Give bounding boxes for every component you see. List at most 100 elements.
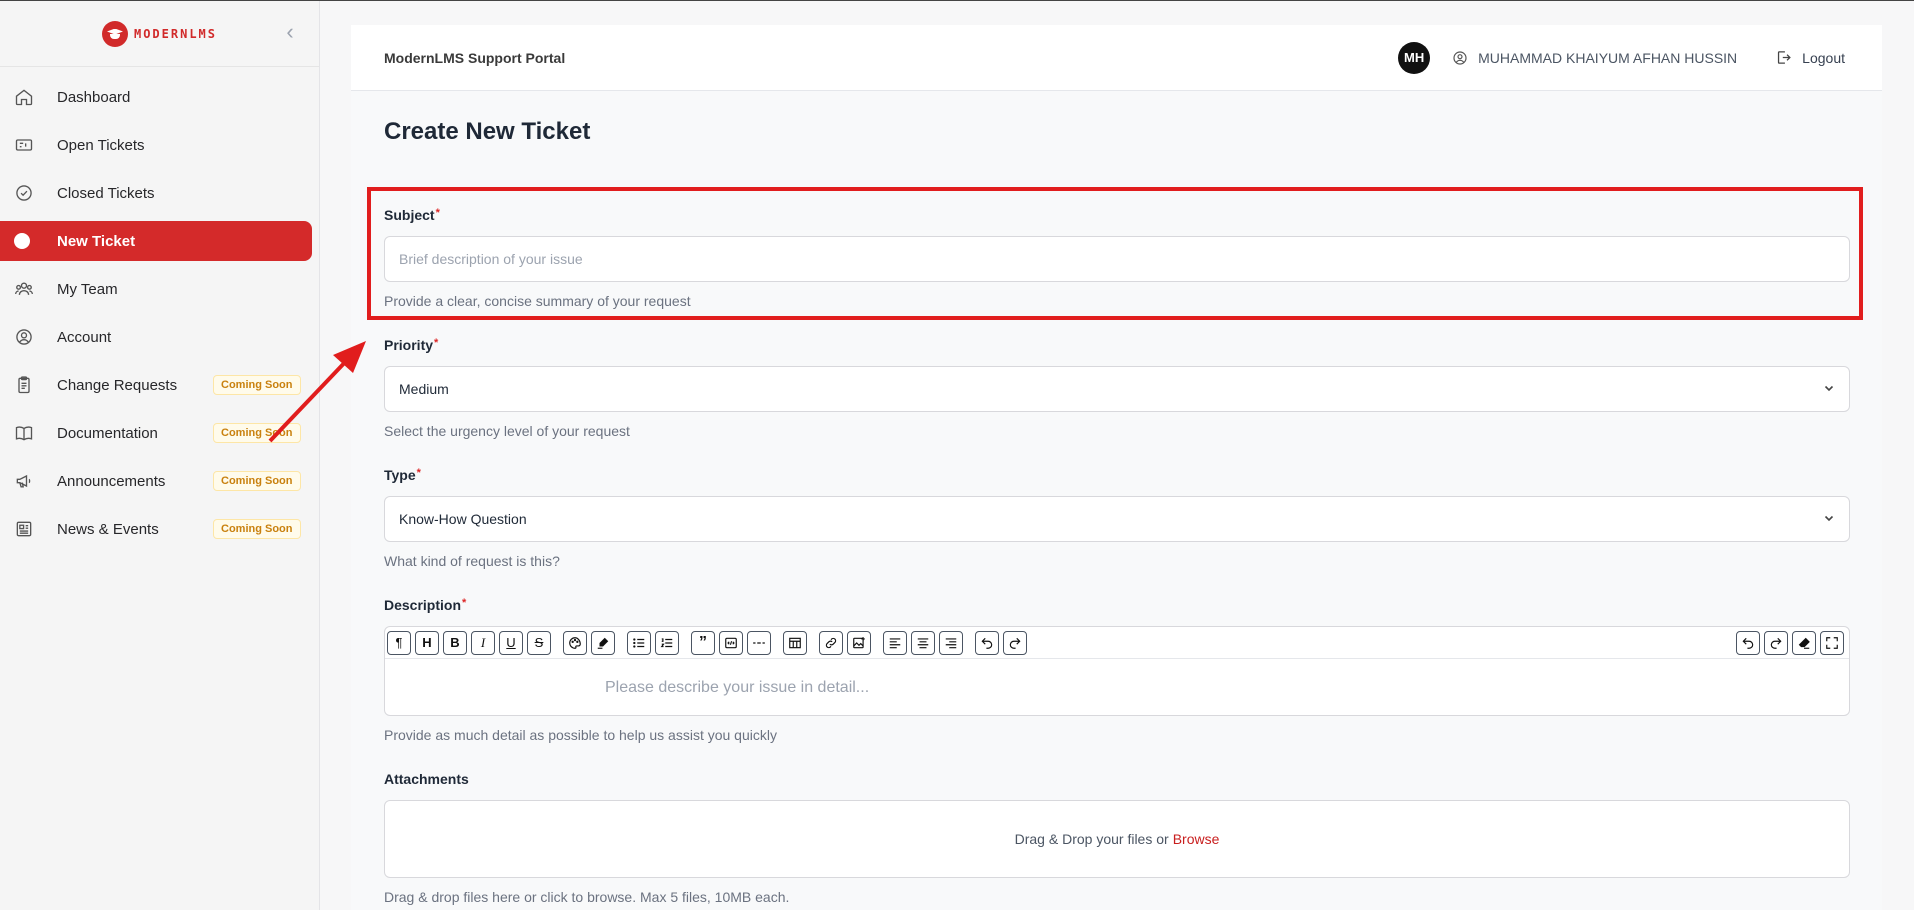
sidebar-item-label: Change Requests (57, 376, 178, 394)
horizontal-rule-icon[interactable] (747, 630, 771, 655)
sidebar-item-news-events[interactable]: News & Events Coming Soon (0, 505, 319, 553)
align-center-icon[interactable] (911, 630, 935, 655)
sidebar-item-open-tickets[interactable]: Open Tickets (0, 121, 319, 169)
fullscreen-icon[interactable] (1820, 631, 1844, 655)
avatar[interactable]: MH (1398, 41, 1431, 74)
priority-label: Priority* (384, 337, 1850, 355)
user-circle-icon (1453, 50, 1467, 65)
attachments-dropzone[interactable]: Drag & Drop your files or Browse (384, 800, 1850, 878)
highlighter-icon[interactable] (591, 630, 615, 655)
logout-label: Logout (1802, 49, 1845, 66)
sidebar-item-announcements[interactable]: Announcements Coming Soon (0, 457, 319, 505)
required-mark: * (416, 467, 421, 479)
description-label: Description* (384, 597, 1850, 615)
redo-icon[interactable] (1764, 631, 1788, 655)
attachments-label: Attachments (384, 771, 469, 787)
subject-highlight-box (367, 187, 1863, 320)
ticket-icon (15, 139, 33, 151)
paragraph-icon[interactable]: ¶ (387, 630, 411, 655)
chevron-down-icon (1824, 515, 1834, 522)
image-icon[interactable] (847, 630, 871, 655)
user-circle-icon (16, 329, 32, 345)
user-area: MH MUHAMMAD KHAIYUM AFHAN HUSSIN Logout (1398, 41, 1849, 74)
portal-title: ModernLMS Support Portal (384, 49, 566, 66)
browse-link[interactable]: Browse (1173, 831, 1220, 847)
coming-soon-badge: Coming Soon (213, 423, 301, 443)
sidebar-item-label: New Ticket (57, 232, 136, 250)
bullet-list-icon[interactable] (627, 630, 651, 655)
align-right-icon[interactable] (939, 630, 963, 655)
home-icon (15, 89, 33, 106)
bold-icon[interactable]: B (443, 630, 467, 655)
ordered-list-icon[interactable] (655, 630, 679, 655)
sidebar-item-new-ticket[interactable]: New Ticket (0, 221, 312, 261)
sidebar-item-account[interactable]: Account (0, 313, 319, 361)
underline-icon[interactable]: U (499, 630, 523, 655)
user-name: MUHAMMAD KHAIYUM AFHAN HUSSIN (1478, 49, 1738, 66)
blockquote-icon[interactable]: ” (691, 630, 715, 655)
type-select[interactable]: Know-How Question (384, 496, 1850, 542)
attachments-help: Drag & drop files here or click to brows… (384, 889, 790, 905)
redo-icon[interactable] (1003, 630, 1027, 655)
logo-row: MODERNLMS ‹ (0, 1, 319, 67)
sidebar-item-documentation[interactable]: Documentation Coming Soon (0, 409, 319, 457)
description-placeholder: Please describe your issue in detail... (605, 679, 870, 696)
palette-icon[interactable] (563, 630, 587, 655)
description-label-text: Description (384, 597, 462, 613)
sidebar-nav: Dashboard Open Tickets Closed Tickets Ne… (0, 67, 319, 553)
type-field: Type* Know-How Question What kind of req… (384, 467, 1850, 569)
page-title: Create New Ticket (384, 118, 591, 145)
type-label: Type* (384, 467, 1850, 485)
priority-select[interactable]: Medium (384, 366, 1850, 412)
coming-soon-badge: Coming Soon (213, 471, 301, 491)
sidebar-item-closed-tickets[interactable]: Closed Tickets (0, 169, 319, 217)
type-help: What kind of request is this? (384, 553, 560, 569)
undo-icon[interactable] (975, 630, 999, 655)
main-content: ModernLMS Support Portal MH MUHAMMAD KHA… (351, 25, 1882, 910)
megaphone-icon (16, 474, 31, 488)
team-icon (15, 282, 33, 295)
chevron-down-icon (1824, 385, 1834, 392)
type-label-text: Type (384, 467, 416, 483)
heading-icon[interactable]: H (415, 630, 439, 655)
priority-help: Select the urgency level of your request (384, 423, 630, 439)
sidebar-item-label: Announcements (57, 472, 166, 490)
check-circle-icon (16, 185, 32, 201)
newspaper-icon (16, 521, 32, 537)
table-icon[interactable] (783, 630, 807, 655)
strikethrough-icon[interactable]: S (527, 630, 551, 655)
clipboard-icon (18, 376, 30, 394)
top-header: ModernLMS Support Portal MH MUHAMMAD KHA… (351, 25, 1882, 91)
coming-soon-badge: Coming Soon (213, 519, 301, 539)
user-profile-link[interactable]: MUHAMMAD KHAIYUM AFHAN HUSSIN (1452, 50, 1737, 66)
dot-icon (14, 233, 30, 249)
collapse-sidebar-icon[interactable]: ‹ (279, 21, 301, 43)
sidebar-item-my-team[interactable]: My Team (0, 265, 319, 313)
sidebar-item-label: Open Tickets (57, 136, 145, 154)
required-mark: * (462, 597, 467, 609)
code-block-icon[interactable] (719, 630, 743, 655)
sidebar-item-change-requests[interactable]: Change Requests Coming Soon (0, 361, 319, 409)
sidebar-item-label: News & Events (57, 520, 159, 538)
description-editor[interactable]: ¶ H B I U S ” Please describe your issue… (384, 626, 1850, 716)
logout-icon (1778, 51, 1791, 64)
sidebar-item-label: Closed Tickets (57, 184, 155, 202)
sidebar-item-label: My Team (57, 280, 118, 298)
coming-soon-badge: Coming Soon (213, 375, 301, 395)
eraser-icon[interactable] (1792, 631, 1816, 655)
dropzone-text: Drag & Drop your files or (1014, 831, 1169, 847)
italic-icon[interactable]: I (471, 630, 495, 655)
description-field: Description* ¶ H B I U S ” Please descri… (384, 597, 1850, 743)
logout-button[interactable]: Logout (1775, 49, 1845, 66)
sidebar: MODERNLMS ‹ Dashboard Open Tickets Close… (0, 1, 320, 910)
priority-value: Medium (399, 381, 449, 397)
sidebar-item-label: Dashboard (57, 88, 131, 106)
sidebar-item-dashboard[interactable]: Dashboard (0, 73, 319, 121)
align-left-icon[interactable] (883, 630, 907, 655)
brand-logo[interactable]: MODERNLMS (101, 20, 218, 47)
undo-icon[interactable] (1736, 631, 1760, 655)
link-icon[interactable] (819, 630, 843, 655)
brand-name: MODERNLMS (133, 26, 218, 41)
editor-toolbar-right (1736, 631, 1848, 655)
required-mark: * (434, 337, 439, 349)
